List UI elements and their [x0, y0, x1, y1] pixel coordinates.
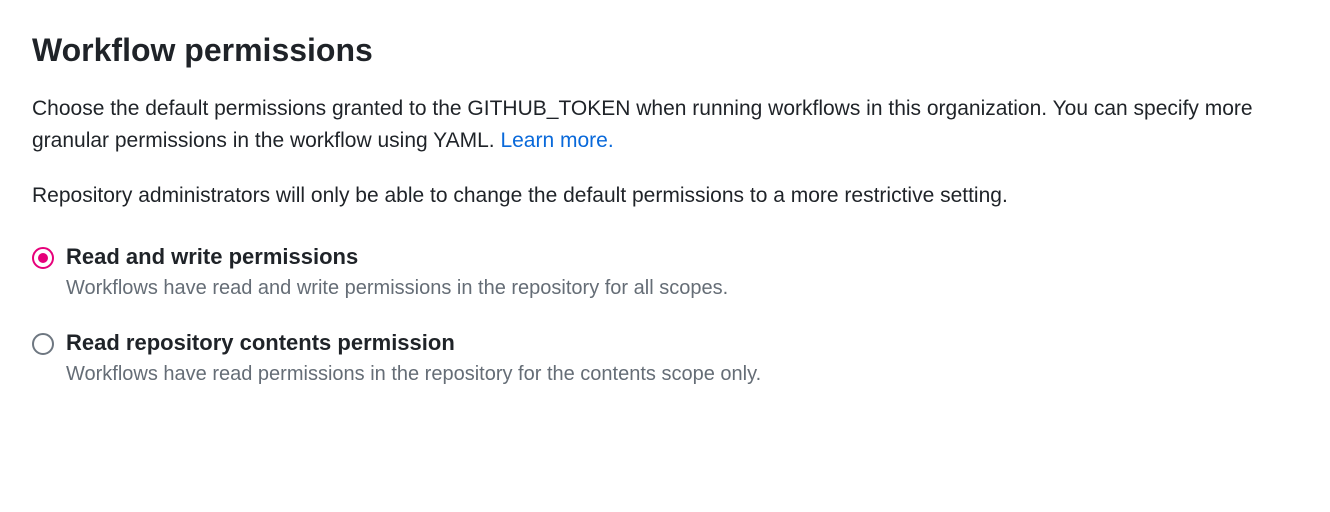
radio-description-read-only: Workflows have read permissions in the r… — [66, 360, 761, 388]
admin-note: Repository administrators will only be a… — [32, 180, 1298, 212]
description-text: Choose the default permissions granted t… — [32, 97, 1253, 152]
radio-label-read-write[interactable]: Read and write permissions — [66, 244, 728, 270]
radio-content: Read repository contents permission Work… — [66, 330, 761, 388]
radio-option-read-only: Read repository contents permission Work… — [32, 330, 1298, 388]
section-heading: Workflow permissions — [32, 32, 1298, 69]
radio-input-read-write[interactable] — [32, 247, 54, 269]
radio-input-read-only[interactable] — [32, 333, 54, 355]
learn-more-link[interactable]: Learn more. — [500, 129, 613, 152]
section-description: Choose the default permissions granted t… — [32, 93, 1298, 156]
radio-content: Read and write permissions Workflows hav… — [66, 244, 728, 302]
radio-label-read-only[interactable]: Read repository contents permission — [66, 330, 761, 356]
permissions-radio-group: Read and write permissions Workflows hav… — [32, 244, 1298, 388]
radio-description-read-write: Workflows have read and write permission… — [66, 274, 728, 302]
radio-option-read-write: Read and write permissions Workflows hav… — [32, 244, 1298, 302]
